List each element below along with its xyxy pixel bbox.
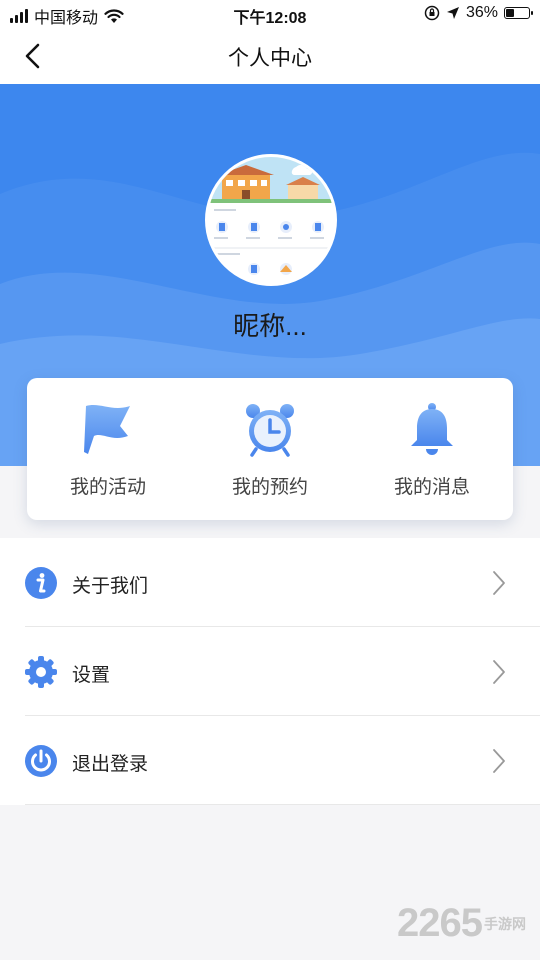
- settings-menu: 关于我们 设置 退出登录: [0, 538, 540, 805]
- bell-icon: [411, 403, 453, 455]
- menu-item-logout[interactable]: 退出登录: [0, 716, 540, 805]
- nickname: 昵称...: [233, 311, 307, 341]
- chevron-right-icon: [493, 749, 505, 773]
- divider: [25, 804, 540, 805]
- quick-actions-card: 我的活动 我的预约 我的消息: [27, 378, 513, 520]
- menu-label: 设置: [72, 665, 111, 686]
- menu-item-about-us[interactable]: 关于我们: [0, 538, 540, 627]
- menu-label: 关于我们: [72, 576, 149, 597]
- chevron-right-icon: [493, 660, 505, 684]
- my-reservations-button[interactable]: 我的预约: [189, 378, 351, 520]
- chevron-right-icon: [493, 571, 505, 595]
- status-bar: 中国移动 下午12:08 36%: [0, 0, 540, 28]
- watermark-number: 2265: [397, 901, 483, 945]
- battery-percentage: 36%: [465, 4, 498, 21]
- location-icon: [446, 7, 459, 19]
- my-messages-button[interactable]: 我的消息: [351, 378, 513, 520]
- alarm-clock-icon: [246, 404, 294, 457]
- my-messages-label: 我的消息: [393, 477, 470, 498]
- watermark-text: 手游网: [484, 915, 526, 932]
- my-activities-label: 我的活动: [69, 477, 146, 498]
- watermark: 2265 手游网: [397, 901, 526, 946]
- flag-icon: [84, 405, 130, 454]
- avatar[interactable]: [205, 154, 337, 286]
- page-title: 个人中心: [228, 47, 312, 70]
- orientation-lock-icon: [424, 5, 440, 21]
- avatar-image: [208, 157, 334, 283]
- my-reservations-label: 我的预约: [231, 477, 308, 498]
- power-icon: [25, 745, 57, 777]
- my-activities-button[interactable]: 我的活动: [27, 378, 189, 520]
- info-icon: [25, 567, 57, 599]
- nav-bar: 个人中心: [0, 28, 540, 85]
- gear-icon: [25, 656, 57, 688]
- menu-label: 退出登录: [72, 754, 149, 775]
- battery-icon: [504, 7, 533, 19]
- menu-item-settings[interactable]: 设置: [0, 627, 540, 716]
